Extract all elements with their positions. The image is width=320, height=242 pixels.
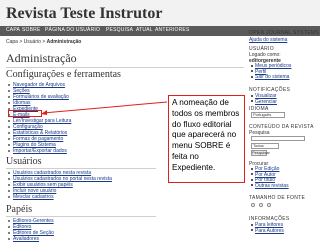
list-item[interactable]: Mesclar cadastros — [8, 194, 112, 200]
section-title-roles: Papéis — [6, 204, 33, 215]
bullet-icon — [251, 64, 253, 67]
bullet-icon — [251, 70, 253, 73]
user-links: Meus periódicos Perfil Sair do sistema — [251, 63, 291, 81]
breadcrumb-separator: > — [42, 39, 46, 45]
bullet-icon — [251, 173, 253, 176]
breadcrumb-usuario[interactable]: Usuário — [24, 39, 41, 45]
right-sidebar: OPEN JOURNAL SYSTEMS Ajuda do sistema US… — [249, 27, 320, 240]
callout-box: A nomeação de todos os membros do fluxo … — [168, 95, 245, 183]
bullet-icon — [8, 183, 10, 186]
bullet-icon — [251, 178, 253, 181]
search-input[interactable] — [251, 136, 305, 141]
nav-item-capa[interactable]: CAPA — [6, 27, 20, 33]
breadcrumb-current: Administração — [46, 39, 82, 45]
nav-item-anteriores[interactable]: ANTERIORES — [155, 27, 190, 33]
font-size-small-radio[interactable] — [251, 203, 255, 207]
list-item[interactable]: Avaliadores — [8, 236, 54, 242]
bullet-icon — [8, 119, 10, 122]
bullet-icon — [251, 223, 253, 226]
bullet-icon — [8, 231, 10, 234]
list-item[interactable]: Para Autores — [251, 228, 284, 235]
callout-arrow-icon — [41, 101, 168, 115]
search-scope-select[interactable]: Todos — [251, 143, 279, 149]
nav-item-atual[interactable]: ATUAL — [136, 27, 153, 33]
list-item[interactable]: Outras revistas — [251, 183, 289, 190]
breadcrumb-separator: > — [19, 39, 23, 45]
bullet-icon — [8, 195, 10, 198]
bullet-icon — [251, 229, 253, 232]
bullet-icon — [251, 167, 253, 170]
bullet-icon — [8, 177, 10, 180]
bullet-icon — [8, 225, 10, 228]
bullet-icon — [8, 189, 10, 192]
search-button[interactable]: Pesquisar — [251, 150, 270, 156]
callout-text: A nomeação de todos os membros do fluxo … — [172, 98, 240, 172]
nav-item-sobre[interactable]: SOBRE — [22, 27, 41, 33]
bullet-icon — [8, 95, 10, 98]
open-journal-systems-label[interactable]: OPEN JOURNAL SYSTEMS — [249, 30, 319, 36]
bullet-icon — [8, 83, 10, 86]
bullet-icon — [251, 184, 253, 187]
bullet-icon — [8, 143, 10, 146]
config-links: Navegador de Arquivos Seções Formulários… — [8, 82, 71, 154]
roles-links: Editores-Gerentes Editores Editores de S… — [8, 218, 54, 242]
language-select[interactable]: Português — [251, 112, 285, 118]
list-item[interactable]: Gerenciar — [251, 99, 277, 106]
nav-item-pagina-usuario[interactable]: PÁGINA DO USUÁRIO — [45, 27, 100, 33]
users-links: Usuários cadastrados nesta revista Usuár… — [8, 170, 112, 200]
notification-links: Visualizar Gerenciar — [251, 93, 277, 106]
list-item[interactable]: Importar/Exportar dados — [8, 148, 71, 154]
font-size-large-radio[interactable] — [267, 203, 271, 207]
bullet-icon — [8, 149, 10, 152]
font-size-medium-radio[interactable] — [259, 203, 263, 207]
divider — [6, 168, 156, 169]
section-title-users: Usuários — [6, 156, 42, 167]
bullet-icon — [8, 137, 10, 140]
bullet-icon — [8, 219, 10, 222]
bullet-icon — [8, 237, 10, 240]
bullet-icon — [8, 131, 10, 134]
page-title: Administração — [6, 51, 77, 65]
site-title[interactable]: Revista Teste Instrutor — [6, 5, 162, 23]
bullet-icon — [251, 75, 253, 78]
site-header: Revista Teste Instrutor — [0, 0, 320, 26]
divider — [6, 216, 156, 217]
font-size-heading: TAMANHO DE FONTE — [249, 195, 306, 201]
bullet-icon — [8, 101, 10, 104]
browse-links: Por Edição Por Autor Por título Outras r… — [251, 166, 289, 190]
bullet-icon — [8, 89, 10, 92]
expediente-highlight-box — [8, 110, 42, 117]
list-item[interactable]: Sair do sistema — [251, 74, 291, 81]
bullet-icon — [251, 100, 253, 103]
divider — [6, 67, 244, 68]
breadcrumb: Capa > Usuário > Administração — [6, 39, 81, 45]
bullet-icon — [8, 171, 10, 174]
bullet-icon — [8, 125, 10, 128]
nav-item-pesquisa[interactable]: PESQUISA — [106, 27, 133, 33]
bullet-icon — [251, 94, 253, 97]
information-links: Para leitores Para Autores — [251, 222, 284, 235]
breadcrumb-capa[interactable]: Capa — [6, 39, 18, 45]
section-title-config: Configurações e ferramentas — [6, 69, 121, 80]
help-link[interactable]: Ajuda do sistema — [249, 37, 287, 43]
